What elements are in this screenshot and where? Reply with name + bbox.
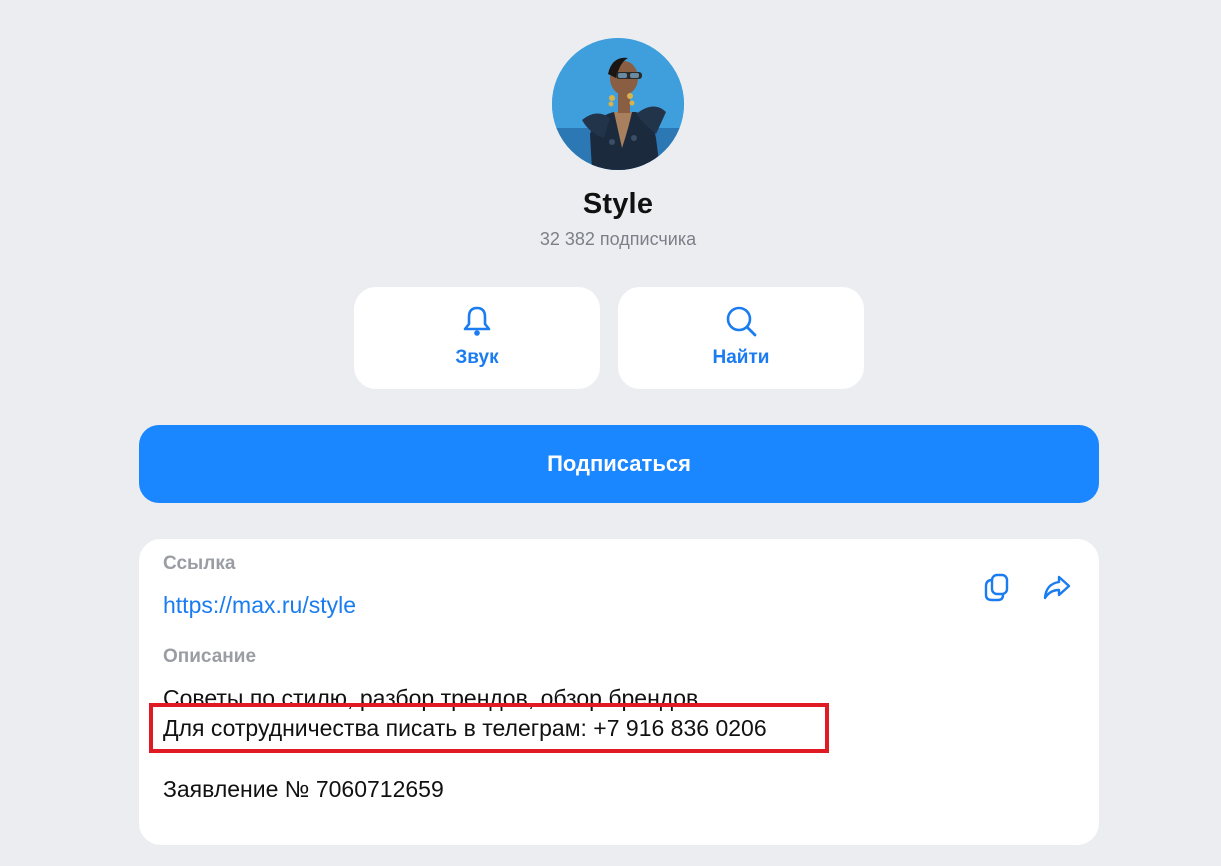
channel-info-card: Ссылка https://max.ru/style Описание Сов… xyxy=(139,539,1099,845)
channel-link[interactable]: https://max.ru/style xyxy=(163,592,356,619)
channel-avatar xyxy=(552,38,684,170)
subscribe-button[interactable]: Подписаться xyxy=(139,425,1099,503)
search-icon xyxy=(726,306,757,337)
bell-icon xyxy=(463,306,491,336)
copy-icon[interactable] xyxy=(981,571,1013,603)
description-label: Описание xyxy=(163,646,257,667)
highlight-annotation xyxy=(149,703,829,753)
search-label: Найти xyxy=(712,347,770,368)
channel-name: Style xyxy=(582,188,654,220)
sound-label: Звук xyxy=(455,347,499,368)
share-icon[interactable] xyxy=(1041,571,1073,603)
search-button[interactable]: Найти xyxy=(618,287,864,389)
description-line: Заявление № 7060712659 xyxy=(163,776,444,802)
avatar-image xyxy=(552,38,684,170)
sound-button[interactable]: Звук xyxy=(354,287,600,389)
link-label: Ссылка xyxy=(163,553,236,574)
subscriber-count: 32 382 подписчика xyxy=(539,229,697,249)
